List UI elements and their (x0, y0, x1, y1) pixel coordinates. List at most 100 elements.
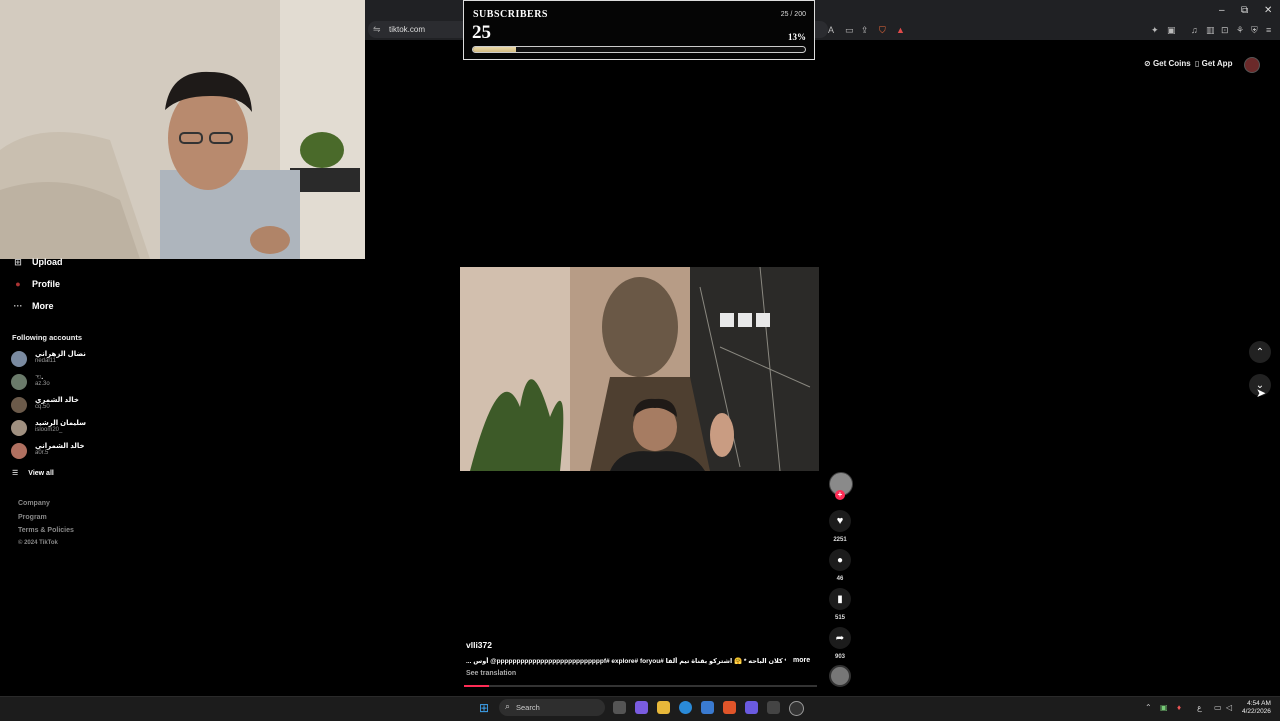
caption-more-button[interactable]: more (793, 657, 810, 664)
volume-icon[interactable]: ◁ (1226, 703, 1232, 712)
footer-program[interactable]: Program (18, 514, 47, 521)
share-count: 903 (834, 654, 845, 660)
microphone-icon[interactable]: ♦ (1177, 703, 1181, 712)
close-icon[interactable]: ✕ (1264, 5, 1272, 16)
mouse-cursor-icon: ➤ (1256, 386, 1267, 400)
previous-video-button[interactable]: ⌃ (1249, 341, 1271, 363)
list-icon: ☰ (12, 470, 19, 477)
overlay-goal-text: 25 / 200 (780, 11, 806, 18)
read-aloud-icon[interactable]: A (828, 25, 834, 35)
footer-terms[interactable]: Terms & Policies (18, 527, 74, 534)
heart-icon: ♥ (836, 515, 844, 527)
sidebar-item-more[interactable]: ··· More (12, 301, 54, 311)
vpn-icon[interactable]: ⚘ (1236, 25, 1244, 36)
discord-icon[interactable] (745, 701, 758, 714)
overlay-title: SUBSCRIBERS (473, 9, 548, 20)
save-button[interactable]: ▮ (829, 588, 851, 610)
wallet-icon[interactable]: ▣ (1167, 25, 1176, 36)
music-disc-icon[interactable] (829, 665, 851, 687)
sidebar-toggle-icon[interactable]: ▥ (1206, 25, 1215, 36)
extensions-icon[interactable]: ✦ (1151, 25, 1159, 36)
brave-icon[interactable] (723, 701, 736, 714)
windows-start-icon[interactable]: ⊞ (479, 701, 489, 715)
account-name: نضال الزهراني (35, 351, 86, 358)
webcam-feed (0, 0, 365, 259)
account-name: خالد الشمراني (35, 443, 85, 450)
overlay-progress-track (472, 46, 806, 53)
profile-icon: ● (15, 279, 21, 289)
brave-shield-icon[interactable]: ⛉ (879, 25, 886, 36)
task-view-icon[interactable] (613, 701, 626, 714)
tray-overflow-icon[interactable]: ⌃ (1145, 703, 1152, 712)
language-indicator[interactable]: ع (1197, 703, 1202, 712)
terminal-icon[interactable] (767, 701, 780, 714)
account-handle: isloom20_ (35, 427, 63, 433)
account-avatar (11, 374, 27, 390)
menu-icon[interactable]: ≡ (1266, 25, 1271, 35)
upload-icon: ⊞ (14, 257, 22, 267)
follow-plus-icon[interactable]: + (835, 490, 845, 500)
tab-search-icon[interactable]: ⊡ (1221, 25, 1229, 36)
clock-date: 4/22/2026 (1242, 708, 1271, 715)
account-name: خالد الشمري (35, 397, 79, 404)
file-explorer-icon[interactable] (657, 701, 670, 714)
sidebar-item-upload[interactable]: ⊞ Upload (12, 257, 62, 268)
overlay-progress-fill (473, 47, 517, 52)
video-player[interactable] (460, 267, 819, 471)
get-coins-button[interactable]: ⊘ Get Coins (1144, 59, 1191, 68)
site-info-icon[interactable]: ⇋ (373, 24, 381, 35)
footer-copyright: © 2024 TikTok (18, 540, 58, 546)
account-handle: a0r.5 (35, 450, 49, 456)
search-icon: ⌕ (505, 701, 511, 711)
taskbar-search-box[interactable] (499, 699, 605, 716)
webcam-image (0, 0, 365, 259)
profile-avatar[interactable] (1244, 57, 1260, 73)
brave-rewards-icon[interactable]: ▲ (896, 25, 905, 35)
overlay-count: 25 (472, 22, 491, 43)
url-text[interactable]: tiktok.com (389, 25, 425, 34)
account-handle: az.3o (35, 381, 50, 387)
like-button[interactable]: ♥ (829, 510, 851, 532)
share-icon[interactable]: ⇪ (861, 25, 869, 36)
share-button[interactable]: ➦ (829, 627, 851, 649)
subscriber-goal-overlay: SUBSCRIBERS 25 / 200 25 13% (463, 0, 815, 60)
restore-icon[interactable]: ⧉ (1241, 5, 1248, 16)
account-name: سليمان الرشيد (35, 420, 87, 427)
footer-company[interactable]: Company (18, 500, 50, 507)
sidebar-item-profile[interactable]: ● Profile (12, 279, 60, 289)
video-progress-bar[interactable] (464, 685, 817, 687)
taskbar-search-label: Search (516, 703, 540, 712)
chevron-up-icon: ⌃ (1255, 346, 1265, 358)
video-author[interactable]: vlli372 (466, 640, 492, 650)
like-count: 2251 (833, 537, 847, 543)
media-icon[interactable]: ♫ (1191, 25, 1198, 35)
comment-button[interactable]: ● (829, 549, 851, 571)
save-count: 515 (834, 615, 845, 621)
obs-icon[interactable] (789, 701, 804, 716)
account-handle: cq.50 (35, 404, 50, 410)
edge-icon[interactable] (679, 701, 692, 714)
account-name: ☜. (35, 374, 44, 381)
bookmark-icon: ▮ (837, 593, 843, 605)
network-icon[interactable]: ▭ (1214, 703, 1222, 712)
account-avatar (11, 397, 27, 413)
share-arrow-icon: ➦ (835, 632, 845, 644)
video-frame (460, 267, 819, 471)
store-icon[interactable] (701, 701, 714, 714)
account-avatar (11, 443, 27, 459)
get-app-button[interactable]: ▯ Get App (1195, 59, 1232, 68)
minimize-icon[interactable]: – (1219, 5, 1225, 16)
copilot-icon[interactable] (635, 701, 648, 714)
view-all-label: View all (28, 470, 54, 477)
see-translation-link[interactable]: See translation (466, 670, 516, 677)
overlay-percent: 13% (788, 32, 806, 42)
sidebar-item-label: More (32, 301, 54, 311)
video-caption: ... أوس @pppppppppppppppppppppppppppf# e… (466, 658, 786, 665)
account-avatar (11, 420, 27, 436)
shield-icon[interactable]: ⛨ (1251, 25, 1258, 36)
tray-app-icon[interactable]: ▣ (1160, 703, 1168, 712)
cast-icon[interactable]: ▭ (845, 25, 854, 36)
taskbar-clock[interactable]: 4:54 AM 4/22/2026 (1242, 700, 1271, 716)
sidebar-item-label: Profile (32, 279, 61, 289)
view-all-link[interactable]: ☰ View all (12, 469, 54, 477)
